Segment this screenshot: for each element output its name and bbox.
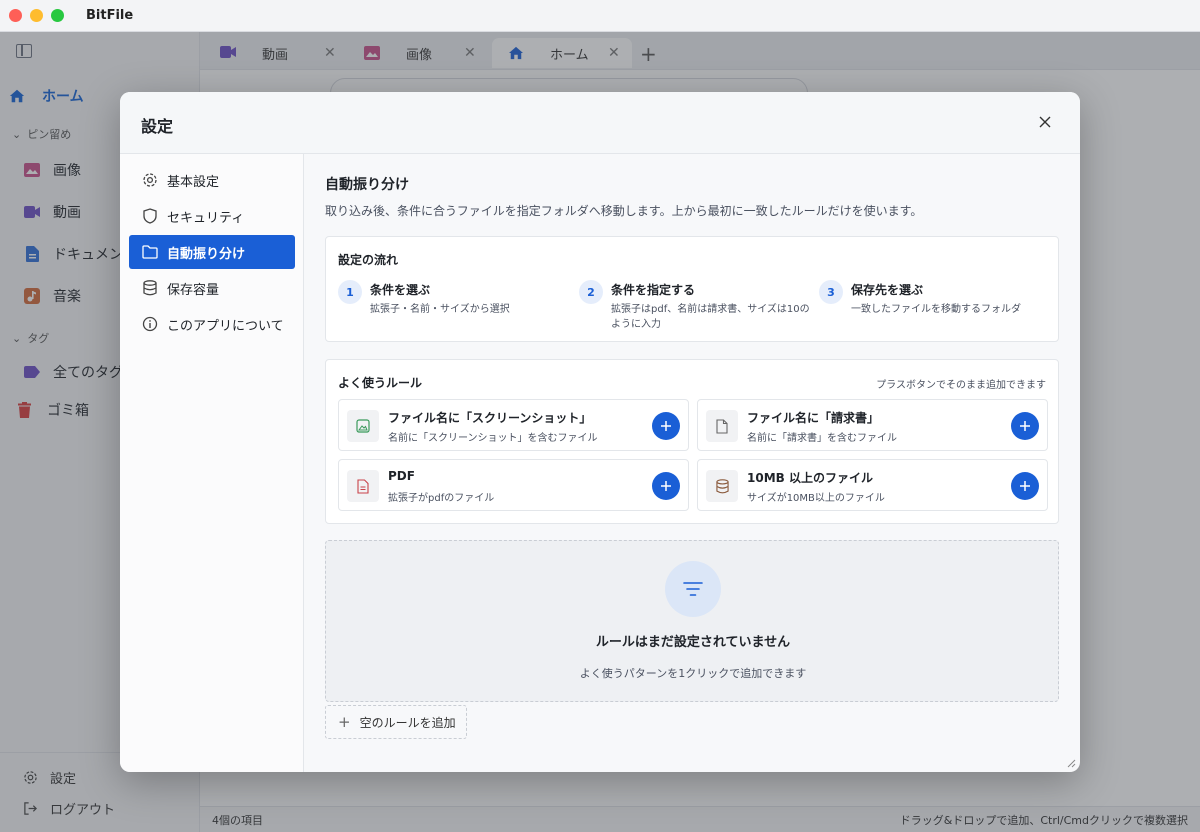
step-title: 保存先を選ぶ	[851, 283, 924, 297]
empty-rules-state: ルールはまだ設定されていません よく使うパターンを1クリックで追加できます	[325, 540, 1059, 702]
add-rule-button[interactable]	[652, 472, 680, 500]
nav-item-label: 自動振り分け	[167, 246, 246, 262]
database-icon	[706, 470, 738, 502]
nav-item-label: このアプリについて	[167, 318, 284, 334]
common-rules-card: よく使うルール プラスボタンでそのまま追加できます ファイル名に「スクリーンショ…	[325, 359, 1059, 524]
add-empty-rule-button[interactable]: + 空のルールを追加	[325, 705, 467, 739]
nav-item-label: セキュリティ	[167, 210, 245, 226]
close-window-button[interactable]	[9, 9, 22, 22]
plus-icon	[661, 481, 671, 491]
window-titlebar: BitFile	[0, 0, 1200, 32]
common-rules-hint: プラスボタンでそのまま追加できます	[876, 380, 1046, 391]
flow-heading: 設定の流れ	[338, 253, 399, 267]
gear-icon	[142, 172, 158, 188]
pdf-file-icon	[347, 470, 379, 502]
rule-template-pdf: PDF 拡張子がpdfのファイル	[338, 459, 689, 511]
rule-template-screenshot: ファイル名に「スクリーンショット」 名前に「スクリーンショット」を含むファイル	[338, 399, 689, 451]
step-number: 2	[579, 280, 603, 304]
nav-item-label: 保存容量	[167, 282, 220, 298]
rule-title: ファイル名に「スクリーンショット」	[388, 411, 592, 425]
step-description: 拡張子・名前・サイズから選択	[370, 304, 510, 315]
rule-template-large-file: 10MB 以上のファイル サイズが10MB以上のファイル	[697, 459, 1048, 511]
rule-description: 拡張子がpdfのファイル	[388, 493, 495, 504]
step-title: 条件を指定する	[611, 283, 696, 297]
common-rules-heading: よく使うルール	[338, 376, 423, 390]
rule-description: サイズが10MB以上のファイル	[747, 493, 885, 504]
resize-grip-icon[interactable]	[1066, 758, 1076, 768]
file-icon	[706, 410, 738, 442]
settings-nav: 基本設定 セキュリティ 自動振り分け 保存容量 このアプリについて	[120, 154, 304, 772]
info-icon	[142, 316, 158, 332]
add-rule-button[interactable]	[1011, 412, 1039, 440]
nav-item-general[interactable]: 基本設定	[129, 163, 295, 197]
close-icon	[1039, 116, 1051, 128]
zoom-window-button[interactable]	[51, 9, 64, 22]
plus-icon	[1020, 481, 1030, 491]
add-empty-rule-label: 空のルールを追加	[359, 715, 456, 730]
rule-title: ファイル名に「請求書」	[747, 411, 880, 425]
plus-icon	[661, 421, 671, 431]
section-title: 自動振り分け	[325, 177, 409, 193]
shield-icon	[142, 208, 158, 224]
step-number: 3	[819, 280, 843, 304]
folder-icon	[142, 244, 158, 260]
database-icon	[142, 280, 158, 296]
nav-item-auto-sort[interactable]: 自動振り分け	[129, 235, 295, 269]
settings-content: 自動振り分け 取り込み後、条件に合うファイルを指定フォルダへ移動します。上から最…	[305, 154, 1080, 772]
nav-item-security[interactable]: セキュリティ	[129, 199, 295, 233]
dialog-close-button[interactable]	[1035, 112, 1055, 132]
rule-description: 名前に「請求書」を含むファイル	[747, 433, 897, 444]
rule-title: PDF	[388, 469, 415, 483]
app-title: BitFile	[86, 8, 134, 23]
nav-item-label: 基本設定	[167, 174, 220, 190]
add-rule-button[interactable]	[652, 412, 680, 440]
step-description: 一致したファイルを移動するフォルダ	[851, 304, 1021, 315]
step-number: 1	[338, 280, 362, 304]
nav-item-storage[interactable]: 保存容量	[129, 271, 295, 305]
step-title: 条件を選ぶ	[370, 283, 431, 297]
section-description: 取り込み後、条件に合うファイルを指定フォルダへ移動します。上から最初に一致したル…	[325, 204, 923, 218]
window-controls	[9, 9, 64, 22]
filter-icon	[665, 561, 721, 617]
nav-item-about[interactable]: このアプリについて	[129, 307, 295, 341]
rule-title: 10MB 以上のファイル	[747, 471, 873, 485]
settings-dialog: 設定 基本設定 セキュリティ 自動振り分け 保存容量 このアプリについて 自動振…	[120, 92, 1080, 772]
dialog-header: 設定	[120, 92, 1080, 154]
minimize-window-button[interactable]	[30, 9, 43, 22]
add-rule-button[interactable]	[1011, 472, 1039, 500]
empty-state-description: よく使うパターンを1クリックで追加できます	[579, 667, 807, 680]
step-description: 拡張子はpdf、名前は請求書、サイズは10のように入力	[611, 304, 810, 330]
rule-description: 名前に「スクリーンショット」を含むファイル	[388, 433, 598, 444]
dialog-title: 設定	[141, 117, 174, 136]
setup-flow-card: 設定の流れ 1 条件を選ぶ 拡張子・名前・サイズから選択 2 条件を指定する 拡…	[325, 236, 1059, 342]
rule-template-invoice: ファイル名に「請求書」 名前に「請求書」を含むファイル	[697, 399, 1048, 451]
image-icon	[347, 410, 379, 442]
plus-icon	[1020, 421, 1030, 431]
empty-state-title: ルールはまだ設定されていません	[595, 635, 791, 650]
plus-icon: +	[338, 713, 351, 731]
